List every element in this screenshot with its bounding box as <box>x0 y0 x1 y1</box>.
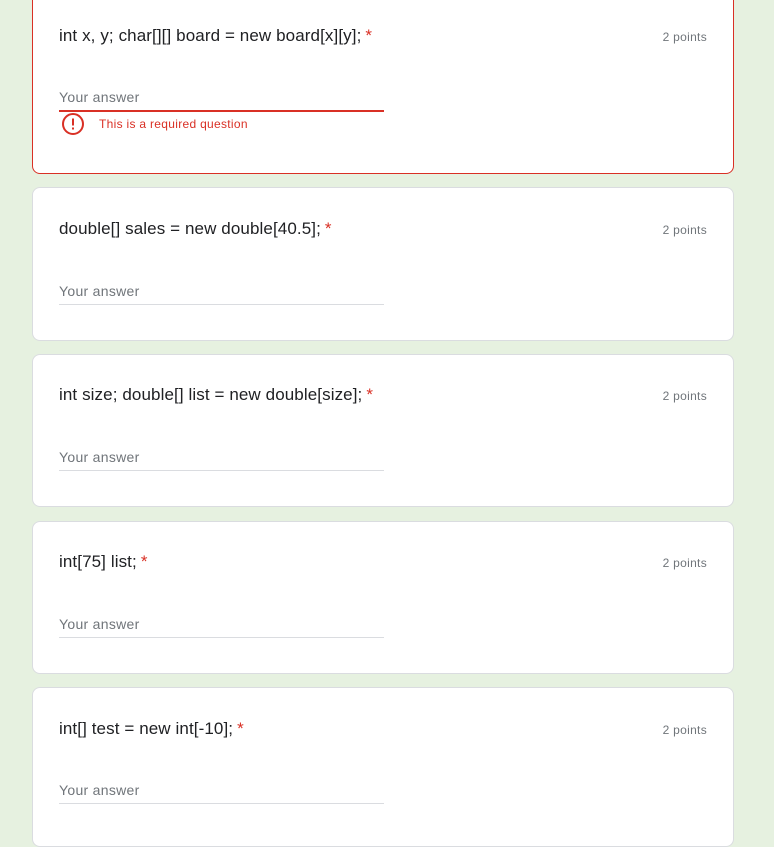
answer-input-5[interactable] <box>59 777 384 804</box>
question-points: 2 points <box>662 30 707 44</box>
question-text: double[] sales = new double[40.5]; <box>59 219 321 238</box>
answer-input-2[interactable] <box>59 278 384 305</box>
question-text: int[] test = new int[-10]; <box>59 719 234 738</box>
answer-input-1[interactable] <box>59 84 384 112</box>
question-title-1: int x, y; char[][] board = new board[x][… <box>59 26 372 46</box>
question-card-3: int size; double[] list = new double[siz… <box>32 354 734 507</box>
required-asterisk: * <box>365 26 373 45</box>
required-asterisk: * <box>366 385 374 404</box>
question-text: int size; double[] list = new double[siz… <box>59 385 363 404</box>
question-title-2: double[] sales = new double[40.5]; * <box>59 219 332 239</box>
question-points: 2 points <box>662 556 707 570</box>
question-card-4: int[75] list; * 2 points <box>32 521 734 674</box>
error-icon <box>61 112 85 136</box>
question-title-5: int[] test = new int[-10]; * <box>59 719 244 739</box>
question-card-2: double[] sales = new double[40.5]; * 2 po… <box>32 187 734 341</box>
question-title-4: int[75] list; * <box>59 552 148 572</box>
answer-input-4[interactable] <box>59 611 384 638</box>
required-asterisk: * <box>324 219 332 238</box>
question-card-5: int[] test = new int[-10]; * 2 points <box>32 687 734 847</box>
answer-input-3[interactable] <box>59 444 384 471</box>
required-asterisk: * <box>237 719 244 738</box>
question-card-1: int x, y; char[][] board = new board[x][… <box>32 0 734 174</box>
question-points: 2 points <box>662 723 707 737</box>
question-points: 2 points <box>662 389 707 403</box>
question-text: int x, y; char[][] board = new board[x][… <box>59 26 362 45</box>
error-text: This is a required question <box>99 117 248 131</box>
question-title-3: int size; double[] list = new double[siz… <box>59 385 373 405</box>
error-message-row: This is a required question <box>61 112 248 136</box>
question-points: 2 points <box>662 223 707 237</box>
question-text: int[75] list; <box>59 552 137 571</box>
required-asterisk: * <box>140 552 148 571</box>
